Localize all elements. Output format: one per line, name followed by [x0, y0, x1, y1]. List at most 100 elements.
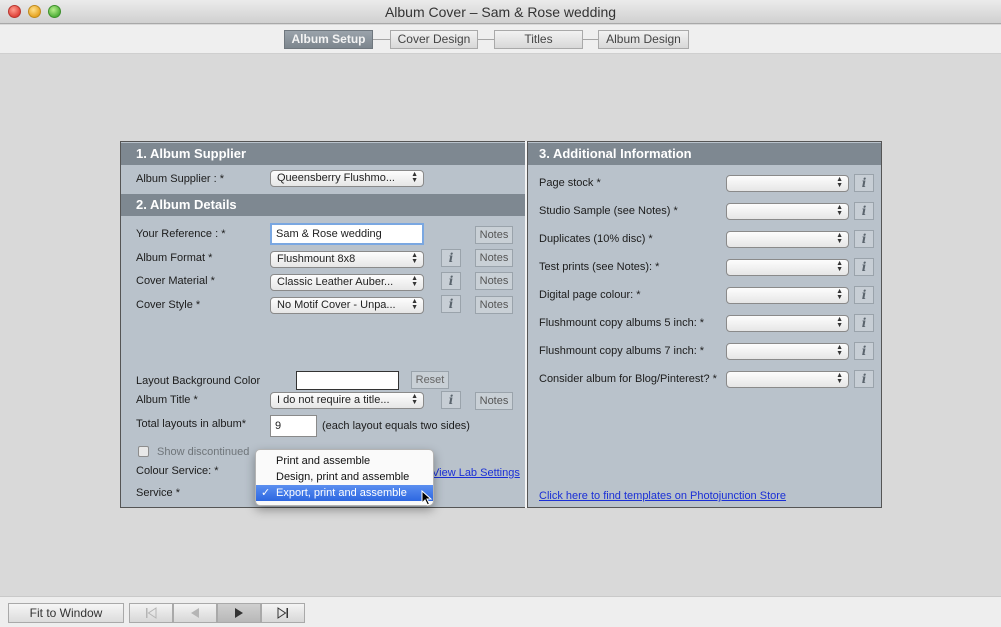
service-popup-menu: Print and assemble Design, print and ass…	[255, 449, 434, 506]
additional-field-label: Test prints (see Notes): *	[539, 261, 660, 273]
bg-color-label: Layout Background Color	[136, 375, 261, 387]
additional-field-label: Duplicates (10% disc) *	[539, 233, 653, 245]
copy-7inch-info-icon[interactable]: i	[854, 342, 874, 360]
format-notes-button[interactable]: Notes	[475, 249, 513, 267]
page-stock-select[interactable]: ▲ ▼	[726, 175, 849, 192]
copy-5inch-select[interactable]: ▲ ▼	[726, 315, 849, 332]
material-value: Classic Leather Auber...	[277, 276, 394, 288]
menu-item-export-print-assemble[interactable]: ✓ Export, print and assemble	[256, 485, 433, 501]
supplier-label: Album Supplier : *	[136, 173, 225, 185]
format-select[interactable]: Flushmount 8x8 ▲ ▼	[270, 251, 424, 268]
album-title-select[interactable]: I do not require a title... ▲ ▼	[270, 392, 424, 409]
step-cover-design[interactable]: Cover Design	[390, 30, 478, 49]
fit-to-window-button[interactable]: Fit to Window	[8, 603, 124, 623]
additional-field-label: Studio Sample (see Notes) *	[539, 205, 678, 217]
select-arrows-icon: ▲ ▼	[836, 232, 843, 245]
reference-label: Your Reference : *	[136, 228, 226, 240]
duplicates-select[interactable]: ▲ ▼	[726, 231, 849, 248]
format-label: Album Format *	[136, 252, 213, 264]
additional-field-label: Page stock *	[539, 177, 601, 189]
step-connector	[583, 39, 598, 40]
last-page-button[interactable]	[261, 603, 305, 623]
last-page-icon	[277, 607, 288, 619]
select-arrows-icon: ▲ ▼	[411, 275, 418, 288]
reference-notes-button[interactable]: Notes	[475, 226, 513, 244]
style-notes-button[interactable]: Notes	[475, 296, 513, 314]
reference-input[interactable]: Sam & Rose wedding	[270, 223, 424, 245]
additional-field-label: Consider album for Blog/Pinterest? *	[539, 373, 717, 385]
bg-color-well[interactable]	[296, 371, 399, 390]
studio-sample-select[interactable]: ▲ ▼	[726, 203, 849, 220]
step-album-setup[interactable]: Album Setup	[284, 30, 373, 49]
supplier-select[interactable]: Queensberry Flushmo... ▲ ▼	[270, 170, 424, 187]
select-arrows-icon: ▲ ▼	[411, 393, 418, 406]
step-connector	[478, 39, 494, 40]
format-info-icon[interactable]: i	[441, 249, 461, 267]
colour-service-label: Colour Service: *	[136, 465, 219, 477]
format-value: Flushmount 8x8	[277, 253, 356, 265]
first-page-button[interactable]	[129, 603, 173, 623]
material-select[interactable]: Classic Leather Auber... ▲ ▼	[270, 274, 424, 291]
total-layouts-label: Total layouts in album*	[136, 418, 247, 430]
next-icon	[235, 608, 243, 618]
copy-5inch-info-icon[interactable]: i	[854, 314, 874, 332]
select-arrows-icon: ▲ ▼	[836, 176, 843, 189]
view-lab-settings-link[interactable]: View Lab Settings	[432, 467, 520, 479]
step-connector	[373, 39, 391, 40]
total-layouts-input[interactable]: 9	[270, 415, 317, 437]
section-album-supplier: 1. Album Supplier	[121, 143, 525, 165]
select-arrows-icon: ▲ ▼	[411, 171, 418, 184]
total-layouts-note: (each layout equals two sides)	[322, 420, 470, 432]
blog-pinterest-info-icon[interactable]: i	[854, 370, 874, 388]
step-album-design[interactable]: Album Design	[598, 30, 689, 49]
digital-page-colour-select[interactable]: ▲ ▼	[726, 287, 849, 304]
test-prints-select[interactable]: ▲ ▼	[726, 259, 849, 276]
studio-sample-info-icon[interactable]: i	[854, 202, 874, 220]
style-info-icon[interactable]: i	[441, 295, 461, 313]
menu-item-design-print-assemble[interactable]: Design, print and assemble	[256, 469, 433, 485]
supplier-value: Queensberry Flushmo...	[277, 172, 395, 184]
select-arrows-icon: ▲ ▼	[411, 298, 418, 311]
album-title-notes-button[interactable]: Notes	[475, 392, 513, 410]
select-arrows-icon: ▲ ▼	[836, 204, 843, 217]
title-bar: Album Cover – Sam & Rose wedding	[0, 0, 1001, 24]
next-page-button[interactable]	[217, 603, 261, 623]
checkmark-icon: ✓	[261, 487, 271, 499]
mouse-cursor-icon	[421, 490, 433, 506]
style-select[interactable]: No Motif Cover - Unpa... ▲ ▼	[270, 297, 424, 314]
additional-field-label: Flushmount copy albums 5 inch: *	[539, 317, 705, 329]
previous-page-button[interactable]	[173, 603, 217, 623]
bottom-toolbar: Fit to Window	[0, 596, 1001, 627]
previous-icon	[191, 608, 199, 618]
album-title-label: Album Title *	[136, 394, 198, 406]
style-value: No Motif Cover - Unpa...	[277, 299, 396, 311]
material-notes-button[interactable]: Notes	[475, 272, 513, 290]
select-arrows-icon: ▲ ▼	[836, 372, 843, 385]
templates-store-link[interactable]: Click here to find templates on Photojun…	[539, 490, 786, 502]
window-title: Album Cover – Sam & Rose wedding	[384, 4, 617, 20]
first-page-icon	[146, 607, 157, 619]
album-title-value: I do not require a title...	[277, 394, 390, 406]
duplicates-info-icon[interactable]: i	[854, 230, 874, 248]
digital-page-colour-info-icon[interactable]: i	[854, 286, 874, 304]
wizard-steps-bar: Album Setup Cover Design Titles Album De…	[0, 25, 1001, 54]
bg-color-reset-button[interactable]: Reset	[411, 371, 449, 389]
blog-pinterest-select[interactable]: ▲ ▼	[726, 371, 849, 388]
menu-item-label: Export, print and assemble	[276, 487, 407, 499]
page-stock-info-icon[interactable]: i	[854, 174, 874, 192]
step-titles[interactable]: Titles	[494, 30, 583, 49]
select-arrows-icon: ▲ ▼	[836, 260, 843, 273]
material-info-icon[interactable]: i	[441, 272, 461, 290]
style-label: Cover Style *	[136, 299, 201, 311]
select-arrows-icon: ▲ ▼	[836, 344, 843, 357]
copy-7inch-select[interactable]: ▲ ▼	[726, 343, 849, 360]
material-label: Cover Material *	[136, 275, 215, 287]
test-prints-info-icon[interactable]: i	[854, 258, 874, 276]
album-title-info-icon[interactable]: i	[441, 391, 461, 409]
show-discontinued-checkbox[interactable]	[138, 446, 149, 457]
select-arrows-icon: ▲ ▼	[836, 316, 843, 329]
menu-item-print-assemble[interactable]: Print and assemble	[256, 453, 433, 469]
additional-field-label: Flushmount copy albums 7 inch: *	[539, 345, 705, 357]
select-arrows-icon: ▲ ▼	[836, 288, 843, 301]
additional-field-label: Digital page colour: *	[539, 289, 641, 301]
